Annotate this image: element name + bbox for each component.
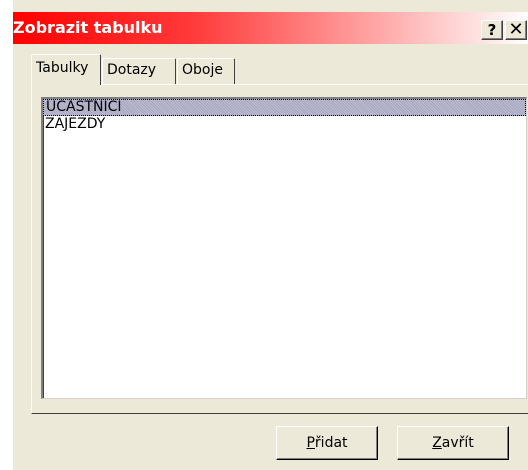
help-icon: ? bbox=[487, 20, 497, 39]
close-button-mnemonic: Z bbox=[432, 435, 442, 451]
show-table-dialog: Zobrazit tabulku ? ✕ Tabulky Dotazy Oboj… bbox=[12, 0, 528, 470]
table-list[interactable]: UCASTNICI ZAJEZDY bbox=[41, 97, 527, 399]
tab-oboje[interactable]: Oboje bbox=[177, 58, 235, 84]
help-button[interactable]: ? bbox=[481, 20, 503, 40]
add-button[interactable]: Přidat bbox=[276, 426, 378, 460]
close-button-label: avřít bbox=[441, 435, 474, 451]
list-item-zajezdy[interactable]: ZAJEZDY bbox=[43, 116, 526, 133]
window-title: Zobrazit tabulku bbox=[13, 18, 163, 37]
title-bar: Zobrazit tabulku ? ✕ bbox=[13, 12, 528, 44]
tab-panel: UCASTNICI ZAJEZDY bbox=[31, 84, 528, 414]
close-window-button[interactable]: ✕ bbox=[505, 20, 527, 40]
list-item-ucastnici[interactable]: UCASTNICI bbox=[43, 99, 526, 116]
close-button[interactable]: Zavřít bbox=[397, 426, 509, 460]
tab-dotazy[interactable]: Dotazy bbox=[102, 58, 176, 84]
tab-tabulky[interactable]: Tabulky bbox=[31, 54, 101, 85]
close-icon: ✕ bbox=[508, 19, 524, 40]
add-button-label: řidat bbox=[314, 435, 348, 451]
add-button-mnemonic: P bbox=[306, 435, 315, 451]
